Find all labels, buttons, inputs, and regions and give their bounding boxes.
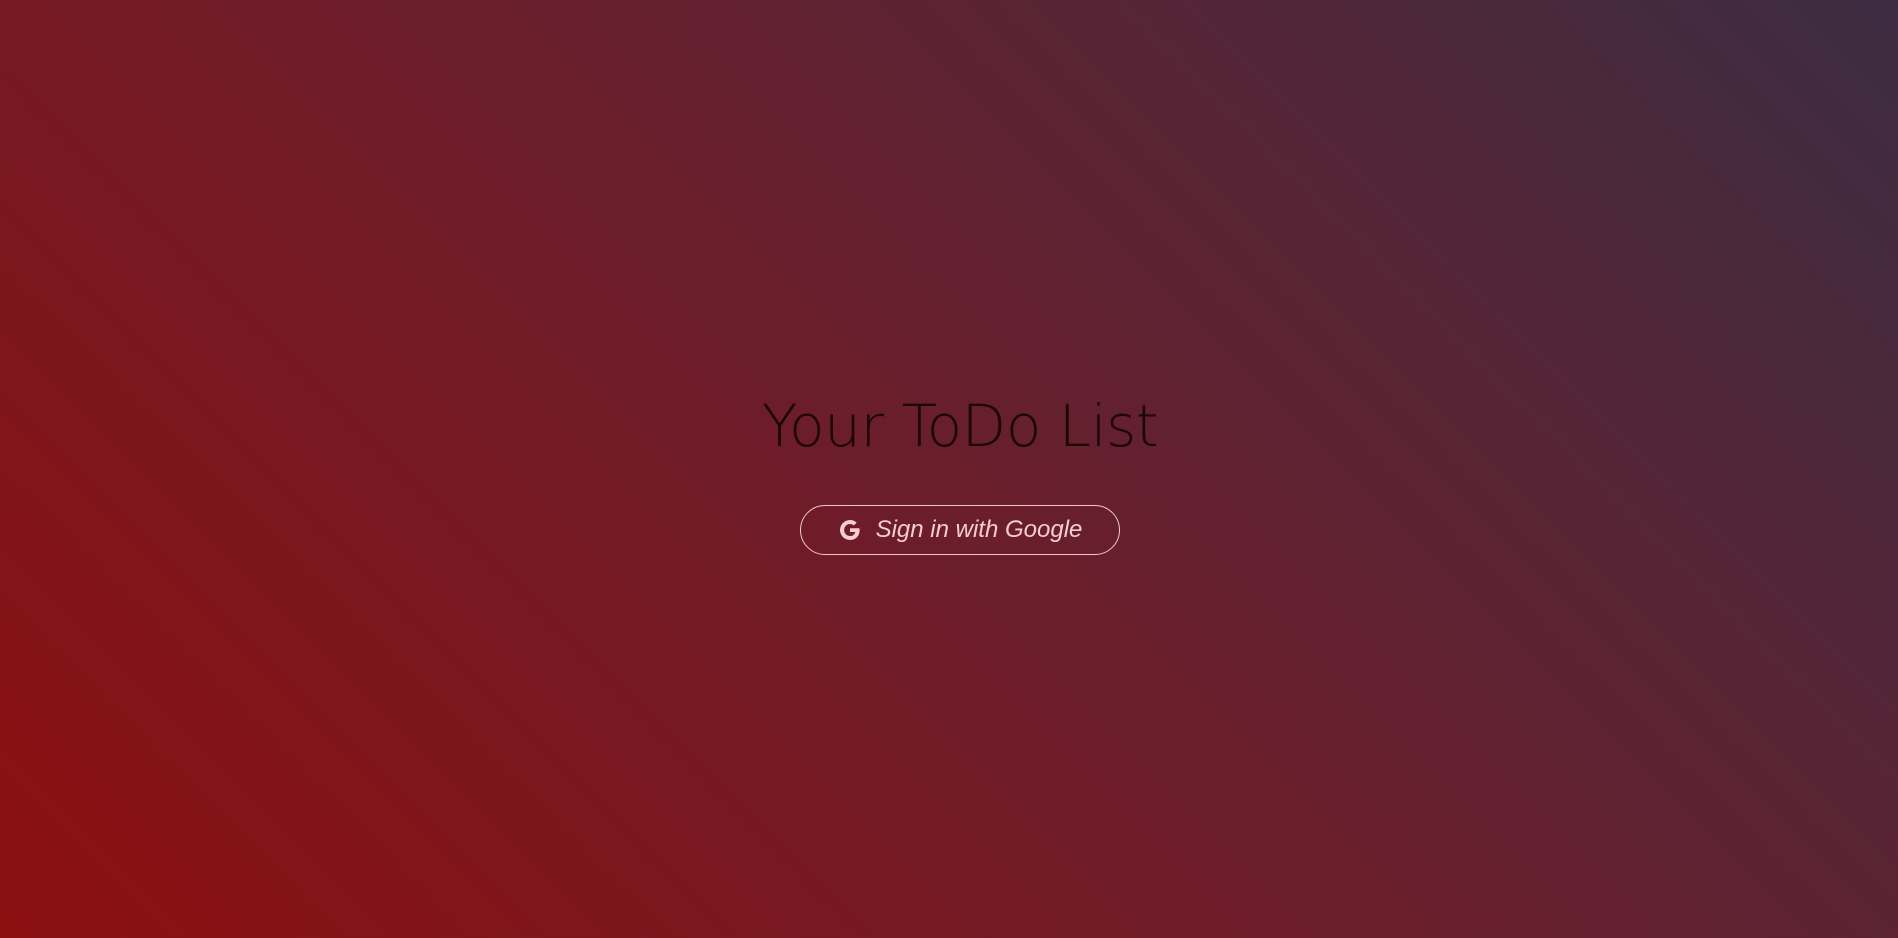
google-g-icon: [838, 518, 862, 542]
page-title: Your ToDo List: [761, 392, 1159, 460]
login-screen: Your ToDo List Sign in with Google: [0, 0, 1898, 938]
sign-in-label: Sign in with Google: [875, 516, 1083, 543]
google-sign-in-button[interactable]: Sign in with Google: [800, 505, 1120, 555]
